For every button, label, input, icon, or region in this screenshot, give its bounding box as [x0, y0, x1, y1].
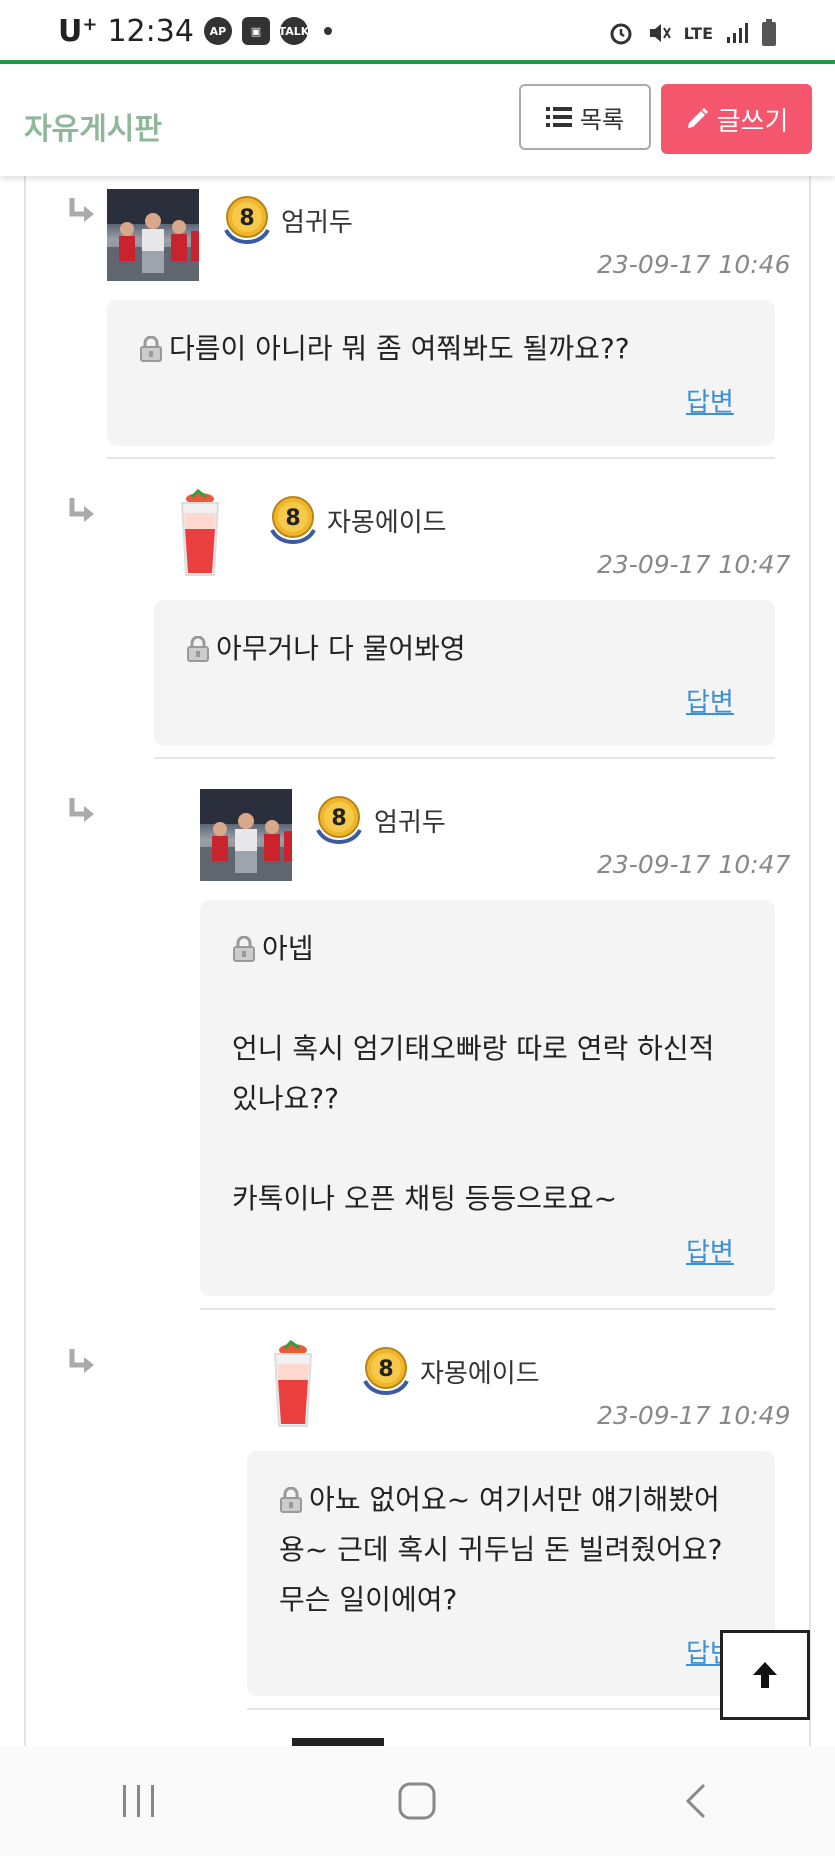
svg-text:8: 8: [239, 206, 254, 231]
level-badge-icon: 8: [316, 796, 362, 844]
list-button-label: 목록: [579, 105, 625, 134]
comment-time: 23-09-17 10:46: [597, 250, 791, 279]
svg-text:8: 8: [378, 1357, 393, 1382]
comment-line: [232, 974, 714, 1024]
reply-link[interactable]: 답변: [686, 382, 734, 419]
write-button-label: 글쓰기: [716, 106, 789, 137]
comment-line: [232, 1124, 714, 1174]
carrier-label: U+: [58, 13, 98, 49]
status-left: U+ 12:34 AP ▣ TALK: [58, 13, 332, 49]
comment-bubble: 아무거나 다 물어봐영 답변: [154, 600, 775, 746]
recent-apps-button[interactable]: [109, 1771, 169, 1831]
comment-bubble: 아뇨 없어요~ 여기서만 얘기해봤어 용~ 근데 혹시 귀두님 돈 빌려줬어요?…: [247, 1451, 775, 1696]
reply-link[interactable]: 답변: [686, 682, 734, 719]
system-nav-bar: [0, 1746, 835, 1856]
svg-text:8: 8: [331, 806, 346, 831]
comment-time: 23-09-17 10:47: [597, 550, 791, 579]
comment-time: 23-09-17 10:49: [597, 1401, 791, 1430]
reply-link[interactable]: 답변: [686, 1232, 734, 1269]
comment-line: 무슨 일이에여?: [279, 1583, 458, 1616]
back-icon: [685, 1783, 705, 1819]
avatar[interactable]: [154, 489, 246, 581]
back-button[interactable]: [666, 1771, 726, 1831]
comment-author[interactable]: 자몽에이드: [420, 1353, 540, 1390]
avatar[interactable]: [200, 789, 292, 881]
svg-text:8: 8: [285, 506, 300, 531]
status-right: LTE: [608, 18, 777, 48]
board-header: 자유게시판 목록 글쓰기: [0, 64, 835, 176]
lock-icon: [280, 1487, 302, 1513]
comment-author[interactable]: 엄귀두: [281, 202, 353, 239]
level-badge-icon: 8: [224, 196, 270, 244]
comment-line: 아넵: [232, 924, 714, 974]
avatar[interactable]: [247, 1340, 339, 1432]
comment-bubble: 다름이 아니라 뭐 좀 여쭤봐도 될까요?? 답변: [107, 300, 775, 446]
status-bar: U+ 12:34 AP ▣ TALK LTE: [0, 0, 835, 60]
comment-line: 아뇨 없어요~ 여기서만 얘기해봤어: [279, 1475, 722, 1525]
reply-arrow-icon: [69, 198, 94, 222]
list-icon: [545, 107, 572, 127]
battery-icon: [762, 19, 776, 46]
comment-line: 있나요??: [232, 1082, 340, 1115]
comment-divider: [154, 757, 775, 759]
recent-apps-icon: [123, 1785, 155, 1817]
arrow-up-icon: [753, 1662, 777, 1688]
more-notifications-icon: [323, 27, 332, 35]
gallery-icon: ▣: [241, 17, 270, 45]
home-button[interactable]: [387, 1771, 447, 1831]
comment-time: 23-09-17 10:47: [597, 850, 791, 879]
comment-divider: [200, 1308, 775, 1310]
talk-icon: TALK: [279, 17, 309, 45]
home-icon: [398, 1782, 436, 1820]
comment-bubble: 아넵 언니 혹시 엄기태오빠랑 따로 연락 하신적 있나요?? 카톡이나 오픈 …: [200, 900, 775, 1296]
reply-arrow-icon: [69, 1349, 94, 1373]
comment-line: 언니 혹시 엄기태오빠랑 따로 연락 하신적: [232, 1032, 715, 1065]
comment-body: 아넵 언니 혹시 엄기태오빠랑 따로 연락 하신적 있나요?? 카톡이나 오픈 …: [232, 924, 714, 1224]
board-title[interactable]: 자유게시판: [24, 104, 162, 148]
lock-icon: [140, 336, 162, 362]
lock-icon: [187, 636, 209, 662]
app-icon: AP: [203, 17, 232, 45]
mute-icon: [649, 24, 671, 42]
comment-author[interactable]: 자몽에이드: [327, 502, 447, 539]
clock: 12:34: [107, 13, 194, 49]
comment-line: 다름이 아니라 뭐 좀 여쭤봐도 될까요??: [169, 332, 630, 365]
level-badge-icon: 8: [270, 496, 316, 544]
comment-line: 아무거나 다 물어봐영: [216, 632, 466, 665]
next-avatar-edge: [292, 1738, 384, 1746]
comment-body: 다름이 아니라 뭐 좀 여쭤봐도 될까요??: [139, 324, 630, 374]
level-badge-icon: 8: [363, 1347, 409, 1395]
comment-divider: [107, 457, 775, 459]
comment-body: 아무거나 다 물어봐영: [186, 624, 466, 674]
comment-author[interactable]: 엄귀두: [374, 802, 446, 839]
signal-icon: [727, 23, 748, 43]
avatar[interactable]: [107, 189, 199, 281]
comment-line: 용~ 근데 혹시 귀두님 돈 빌려줬어요?: [279, 1533, 723, 1566]
comment-divider: [247, 1708, 775, 1710]
list-button[interactable]: 목록: [519, 84, 651, 150]
alarm-icon: [610, 23, 632, 45]
reply-arrow-icon: [69, 798, 94, 822]
lock-icon: [233, 936, 255, 962]
write-button[interactable]: 글쓰기: [661, 84, 812, 154]
comment-body: 아뇨 없어요~ 여기서만 얘기해봤어 용~ 근데 혹시 귀두님 돈 빌려줬어요?…: [279, 1475, 722, 1625]
scroll-top-button[interactable]: [720, 1630, 810, 1720]
reply-arrow-icon: [69, 498, 94, 522]
comment-line: 카톡이나 오픈 채팅 등등으로요~: [232, 1182, 618, 1215]
network-type: LTE: [683, 23, 713, 43]
pencil-icon: [687, 108, 708, 128]
